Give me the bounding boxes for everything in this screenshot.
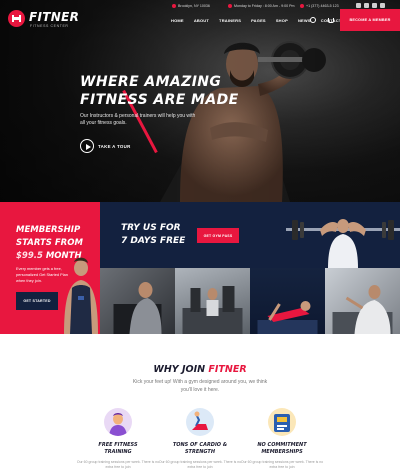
feature-title-line1: FREE FITNESS	[98, 442, 138, 448]
free-trial-panel: TRY US FOR 7 DAYS FREE GET GYM PASS	[100, 202, 400, 268]
feature-title-line1: TONS OF CARDIO &	[172, 442, 228, 448]
cardio-icon	[186, 408, 214, 436]
take-tour-label: TAKE A TOUR	[98, 143, 131, 149]
instagram-icon[interactable]	[380, 3, 385, 8]
membership-card-icon	[268, 408, 296, 436]
feature-text: Our 60 group training sessions per week.…	[240, 460, 324, 469]
nav-about[interactable]: ABOUT	[189, 18, 214, 23]
hero-section: FITNER FITNESS CENTER Brooklyn, NY 10036…	[0, 0, 400, 202]
why-title-prefix: WHY JOIN	[153, 364, 209, 375]
membership-line2: STARTS FROM	[16, 238, 83, 248]
hero-title: WHERE AMAZING FITNESS ARE MADE	[80, 73, 280, 109]
membership-panel: MEMBERSHIP STARTS FROM $99.5 MONTH Every…	[0, 202, 100, 334]
nav-shop[interactable]: SHOP	[271, 18, 293, 23]
search-icon[interactable]	[310, 17, 316, 23]
main-nav: HOME ABOUT TRAINERS PAGES SHOP NEWS CONT…	[166, 18, 346, 23]
clock-icon	[228, 4, 232, 9]
logo-name[interactable]: FITNER	[29, 10, 79, 24]
why-join-title: WHY JOIN FITNER	[0, 364, 400, 375]
trial-title: TRY US FOR 7 DAYS FREE	[121, 222, 185, 248]
play-icon[interactable]	[80, 139, 94, 153]
feature-title-line1: NO COMMITMENT	[257, 442, 307, 448]
facebook-icon[interactable]	[356, 3, 361, 8]
address-info: Brooklyn, NY 10036	[172, 4, 210, 9]
site-header: FITNER FITNESS CENTER Brooklyn, NY 10036…	[0, 0, 400, 40]
nav-trainers[interactable]: TRAINERS	[214, 18, 246, 23]
trial-line1: TRY US FOR	[121, 223, 181, 233]
feature-title: NO COMMITMENT MEMBERSHIPS	[237, 442, 327, 456]
feature-free-training: FREE FITNESS TRAINING Our 60 group train…	[73, 408, 163, 470]
membership-line1: MEMBERSHIP	[16, 225, 81, 235]
phone-info: +1 (377) 4463-5 123	[300, 4, 339, 9]
take-tour-button[interactable]: TAKE A TOUR	[80, 139, 131, 153]
trial-model-image	[286, 219, 400, 268]
trial-line2: 7 DAYS FREE	[121, 236, 186, 246]
feature-title: FREE FITNESS TRAINING	[73, 442, 163, 456]
gallery-photo-1[interactable]	[100, 268, 175, 334]
gallery-photo-4[interactable]	[325, 268, 400, 334]
phone-icon	[300, 4, 304, 9]
hours-info: Monday to Friday : 8:00 Am - 9:00 Pm	[228, 4, 295, 9]
membership-price: $99.5	[16, 251, 43, 261]
gallery-photo-3[interactable]	[250, 268, 325, 334]
logo-icon[interactable]	[8, 10, 25, 27]
feature-title-line2: STRENGTH	[184, 449, 216, 455]
become-member-button[interactable]: BECOME A MEMBER	[340, 9, 400, 31]
feature-text: Our 60 group training sessions per week.…	[158, 460, 242, 469]
photo-gallery	[100, 268, 400, 334]
phone-text: +1 (377) 4463-5 123	[306, 4, 339, 8]
hero-title-line2: FITNESS ARE MADE	[80, 92, 239, 108]
logo-tagline: FITNESS CENTER	[30, 24, 69, 28]
feature-cardio-strength: TONS OF CARDIO & STRENGTH Our 60 group t…	[155, 408, 245, 470]
feature-title-line2: TRAINING	[104, 449, 132, 455]
get-gym-pass-button[interactable]: GET GYM PASS	[197, 228, 239, 243]
feature-no-commitment: NO COMMITMENT MEMBERSHIPS Our 60 group t…	[237, 408, 327, 470]
location-icon	[172, 4, 176, 9]
hero-title-line1: WHERE AMAZING	[80, 74, 222, 90]
nav-pages[interactable]: PAGES	[246, 18, 271, 23]
get-started-button[interactable]: GET STARTED	[16, 292, 58, 310]
hero-description: Our Instructors & personal trainers will…	[80, 113, 196, 126]
why-title-accent: FITNER	[208, 364, 247, 375]
feature-title: TONS OF CARDIO & STRENGTH	[155, 442, 245, 456]
membership-model-image	[64, 257, 98, 334]
cart-icon[interactable]	[328, 18, 334, 23]
twitter-icon[interactable]	[364, 3, 369, 8]
address-text: Brooklyn, NY 10036	[178, 4, 210, 8]
trainer-icon	[104, 408, 132, 436]
youtube-icon[interactable]	[372, 3, 377, 8]
gallery-photo-2[interactable]	[175, 268, 250, 334]
why-join-description: Kick your feet up! With a gym designed a…	[132, 379, 268, 393]
feature-text: Our 60 group training sessions per week.…	[76, 460, 160, 469]
hours-text: Monday to Friday : 8:00 Am - 9:00 Pm	[234, 4, 295, 8]
why-join-section: WHY JOIN FITNER Kick your feet up! With …	[0, 334, 400, 470]
feature-title-line2: MEMBERSHIPS	[261, 449, 303, 455]
nav-home[interactable]: HOME	[166, 18, 189, 23]
